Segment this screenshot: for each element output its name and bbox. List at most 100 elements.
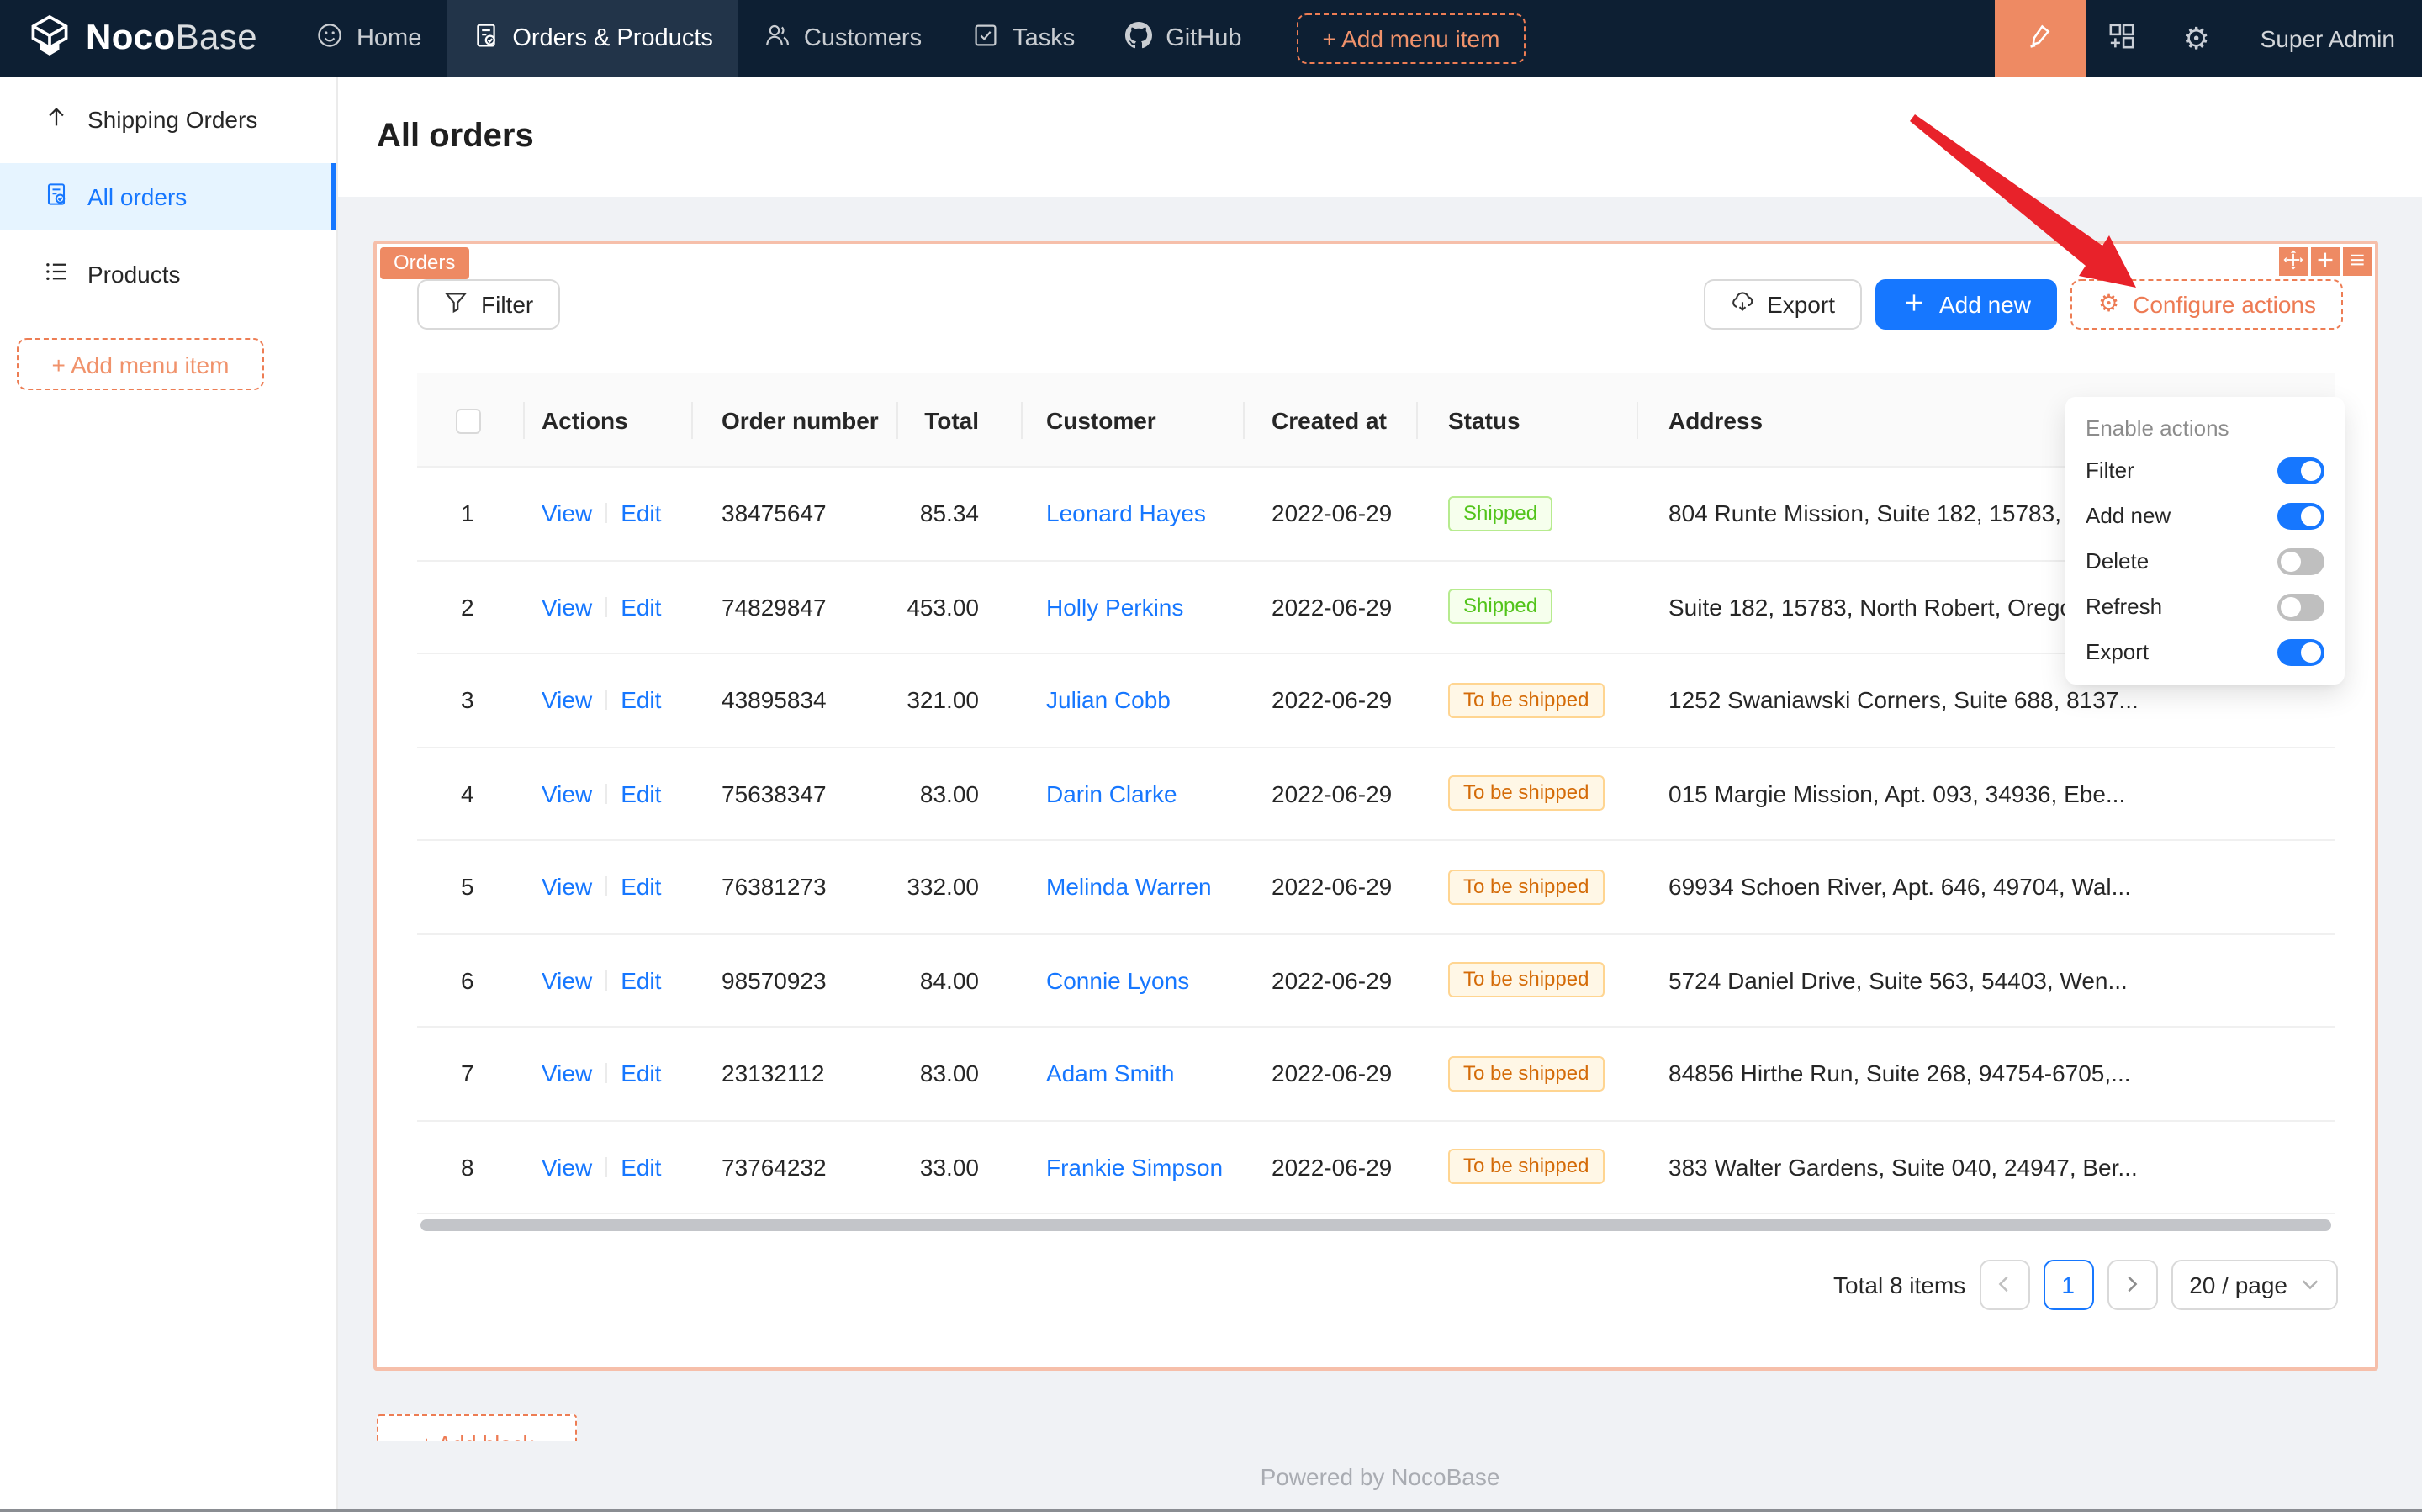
configure-actions-button[interactable]: ⚙ Configure actions [2071, 279, 2343, 330]
edit-link[interactable]: Edit [621, 1060, 661, 1087]
toggle-export[interactable] [2277, 638, 2324, 665]
table-row[interactable]: 8 ViewEdit 73764232 33.00 Frankie Simpso… [417, 1121, 2335, 1214]
edit-link[interactable]: Edit [621, 874, 661, 901]
cell-status: Shipped [1418, 496, 1638, 531]
pagination-prev-button[interactable] [1979, 1260, 2029, 1310]
cell-actions: View Edit [525, 594, 693, 621]
view-link[interactable]: View [542, 500, 592, 527]
toggle-filter[interactable] [2277, 457, 2324, 484]
customer-link[interactable]: Connie Lyons [1046, 967, 1189, 994]
cell-order-number: 23132112 [693, 1060, 898, 1087]
sidebar-item-products[interactable]: Products [0, 241, 336, 308]
user-menu[interactable]: Super Admin [2234, 0, 2422, 77]
add-new-button[interactable]: Add new [1875, 279, 2058, 330]
sidebar: Shipping Orders All orders Products + Ad… [0, 77, 338, 1512]
cell-index: 7 [417, 1060, 525, 1087]
dropdown-item-refresh[interactable]: Refresh [2065, 584, 2345, 629]
view-link[interactable]: View [542, 967, 592, 994]
cell-created-at: 2022-06-29 [1245, 780, 1418, 807]
view-link[interactable]: View [542, 594, 592, 621]
page-size-select[interactable]: 20 / page [2171, 1260, 2338, 1310]
block-menu-button[interactable] [2343, 247, 2372, 276]
table-row[interactable]: 4 ViewEdit 75638347 83.00 Darin Clarke 2… [417, 748, 2335, 841]
cell-customer: Connie Lyons [1023, 967, 1245, 994]
horizontal-scrollbar[interactable] [420, 1219, 2331, 1231]
cell-total: 321.00 [898, 687, 1023, 714]
view-link[interactable]: View [542, 780, 592, 807]
dropdown-item-add-new[interactable]: Add new [2065, 493, 2345, 538]
status-badge: To be shipped [1448, 776, 1604, 812]
table-row[interactable]: 2 ViewEdit 74829847 453.00 Holly Perkins… [417, 561, 2335, 654]
customer-link[interactable]: Darin Clarke [1046, 780, 1177, 807]
cell-total: 83.00 [898, 780, 1023, 807]
view-link[interactable]: View [542, 1154, 592, 1181]
cell-total: 453.00 [898, 594, 1023, 621]
cell-status: To be shipped [1418, 776, 1638, 812]
customer-link[interactable]: Holly Perkins [1046, 594, 1183, 621]
column-header-order-number: Order number [693, 401, 898, 438]
edit-link[interactable]: Edit [621, 687, 661, 714]
edit-link[interactable]: Edit [621, 967, 661, 994]
edit-link[interactable]: Edit [621, 594, 661, 621]
cell-index: 3 [417, 687, 525, 714]
pagination-total: Total 8 items [1833, 1271, 1965, 1298]
customer-link[interactable]: Leonard Hayes [1046, 500, 1206, 527]
view-link[interactable]: View [542, 687, 592, 714]
plugin-blocks-button[interactable] [2086, 0, 2160, 77]
cell-created-at: 2022-06-29 [1245, 967, 1418, 994]
select-all-checkbox[interactable] [456, 410, 481, 435]
edit-link[interactable]: Edit [621, 1154, 661, 1181]
status-badge: To be shipped [1448, 683, 1604, 718]
customer-link[interactable]: Frankie Simpson [1046, 1154, 1223, 1181]
dropdown-item-filter[interactable]: Filter [2065, 447, 2345, 493]
customer-link[interactable]: Julian Cobb [1046, 687, 1171, 714]
add-block-button[interactable]: + Add block [377, 1414, 577, 1441]
ui-editor-button[interactable] [1995, 0, 2086, 77]
nav-item-orders-products[interactable]: Orders & Products [447, 0, 738, 77]
cell-status: To be shipped [1418, 683, 1638, 718]
table-row[interactable]: 5 ViewEdit 76381273 332.00 Melinda Warre… [417, 841, 2335, 934]
toggle-add-new[interactable] [2277, 502, 2324, 529]
table-header-row: ActionsOrder numberTotalCustomerCreated … [417, 373, 2335, 468]
nav-item-tasks[interactable]: Tasks [947, 0, 1100, 77]
export-button[interactable]: Export [1703, 279, 1862, 330]
github-icon [1125, 22, 1152, 56]
table-row[interactable]: 7 ViewEdit 23132112 83.00 Adam Smith 202… [417, 1028, 2335, 1121]
plus-icon [1902, 290, 1926, 319]
plus-icon [2314, 248, 2336, 275]
pagination-next-button[interactable] [2107, 1260, 2157, 1310]
toggle-delete[interactable] [2277, 547, 2324, 574]
drag-handle[interactable] [2279, 247, 2308, 276]
table-row[interactable]: 1 ViewEdit 38475647 85.34 Leonard Hayes … [417, 468, 2335, 561]
navbar-menu: Home Orders & Products Customers Tasks G… [291, 0, 1267, 77]
customer-link[interactable]: Adam Smith [1046, 1060, 1175, 1087]
customers-icon [764, 22, 791, 56]
sidebar-item-shipping-orders[interactable]: Shipping Orders [0, 86, 336, 153]
dropdown-item-export[interactable]: Export [2065, 629, 2345, 674]
navbar-right: ⚙ Super Admin [1995, 0, 2422, 77]
toggle-refresh[interactable] [2277, 593, 2324, 620]
view-link[interactable]: View [542, 1060, 592, 1087]
sidebar-item-all-orders[interactable]: All orders [0, 163, 336, 230]
nav-item-customers[interactable]: Customers [738, 0, 947, 77]
view-link[interactable]: View [542, 874, 592, 901]
gear-icon: ⚙ [2183, 21, 2210, 56]
cell-index: 8 [417, 1154, 525, 1181]
cell-customer: Holly Perkins [1023, 594, 1245, 621]
nav-item-github[interactable]: GitHub [1100, 0, 1267, 77]
navbar-add-menu-item-button[interactable]: + Add menu item [1298, 13, 1526, 64]
settings-button[interactable]: ⚙ [2160, 0, 2234, 77]
nocobase-logo[interactable]: NocoBase [0, 0, 291, 77]
dropdown-item-delete[interactable]: Delete [2065, 538, 2345, 584]
pagination-page-1[interactable]: 1 [2043, 1260, 2093, 1310]
edit-link[interactable]: Edit [621, 500, 661, 527]
block-add-button[interactable] [2311, 247, 2340, 276]
customer-link[interactable]: Melinda Warren [1046, 874, 1212, 901]
nav-item-home[interactable]: Home [291, 0, 447, 77]
cell-customer: Darin Clarke [1023, 780, 1245, 807]
sidebar-add-menu-item-button[interactable]: + Add menu item [17, 338, 264, 390]
filter-button[interactable]: Filter [417, 279, 560, 330]
table-row[interactable]: 6 ViewEdit 98570923 84.00 Connie Lyons 2… [417, 934, 2335, 1028]
edit-link[interactable]: Edit [621, 780, 661, 807]
table-row[interactable]: 3 ViewEdit 43895834 321.00 Julian Cobb 2… [417, 654, 2335, 748]
